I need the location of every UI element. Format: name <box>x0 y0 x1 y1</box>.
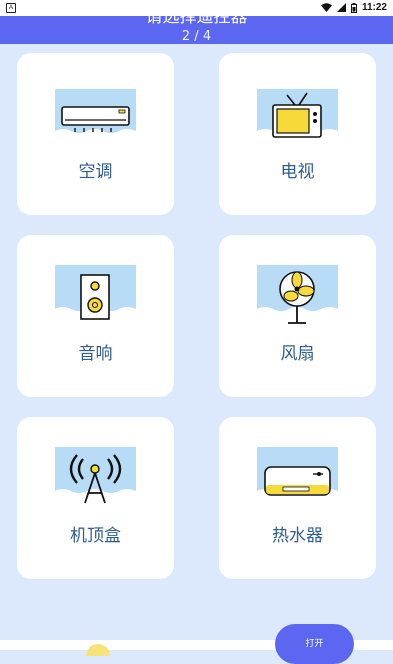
device-card-fan[interactable]: 风扇 <box>219 235 376 397</box>
air-conditioner-icon <box>55 89 136 133</box>
fan-icon <box>257 265 338 324</box>
device-label: 机顶盒 <box>70 526 121 546</box>
device-label: 音响 <box>78 344 113 364</box>
device-label: 空调 <box>78 162 113 182</box>
water-heater-icon <box>257 447 338 496</box>
device-card-set-top-box[interactable]: 机顶盒 <box>17 417 174 579</box>
set-top-box-icon <box>55 447 136 504</box>
tv-icon <box>257 89 338 138</box>
signal-icon <box>336 3 346 12</box>
open-button[interactable]: 打开 <box>275 624 354 664</box>
device-card-speaker[interactable]: 音响 <box>17 235 174 397</box>
device-label: 风扇 <box>280 344 315 364</box>
status-bar: A 11:22 <box>0 0 393 16</box>
status-icons: 11:22 <box>320 2 387 13</box>
device-label: 电视 <box>280 162 315 182</box>
status-time: 11:22 <box>361 2 387 13</box>
device-card-tv[interactable]: 电视 <box>219 53 376 215</box>
notification-icon: A <box>6 3 16 13</box>
device-label: 热水器 <box>272 526 323 546</box>
header: 请选择遥控器 2 / 4 <box>0 16 393 44</box>
speaker-icon <box>55 265 136 320</box>
page-title: 请选择遥控器 <box>145 16 248 27</box>
page-indicator: 2 / 4 <box>181 29 212 44</box>
battery-icon <box>350 2 357 13</box>
device-card-air-conditioner[interactable]: 空调 <box>17 53 174 215</box>
device-card-water-heater[interactable]: 热水器 <box>219 417 376 579</box>
wifi-icon <box>320 3 332 12</box>
